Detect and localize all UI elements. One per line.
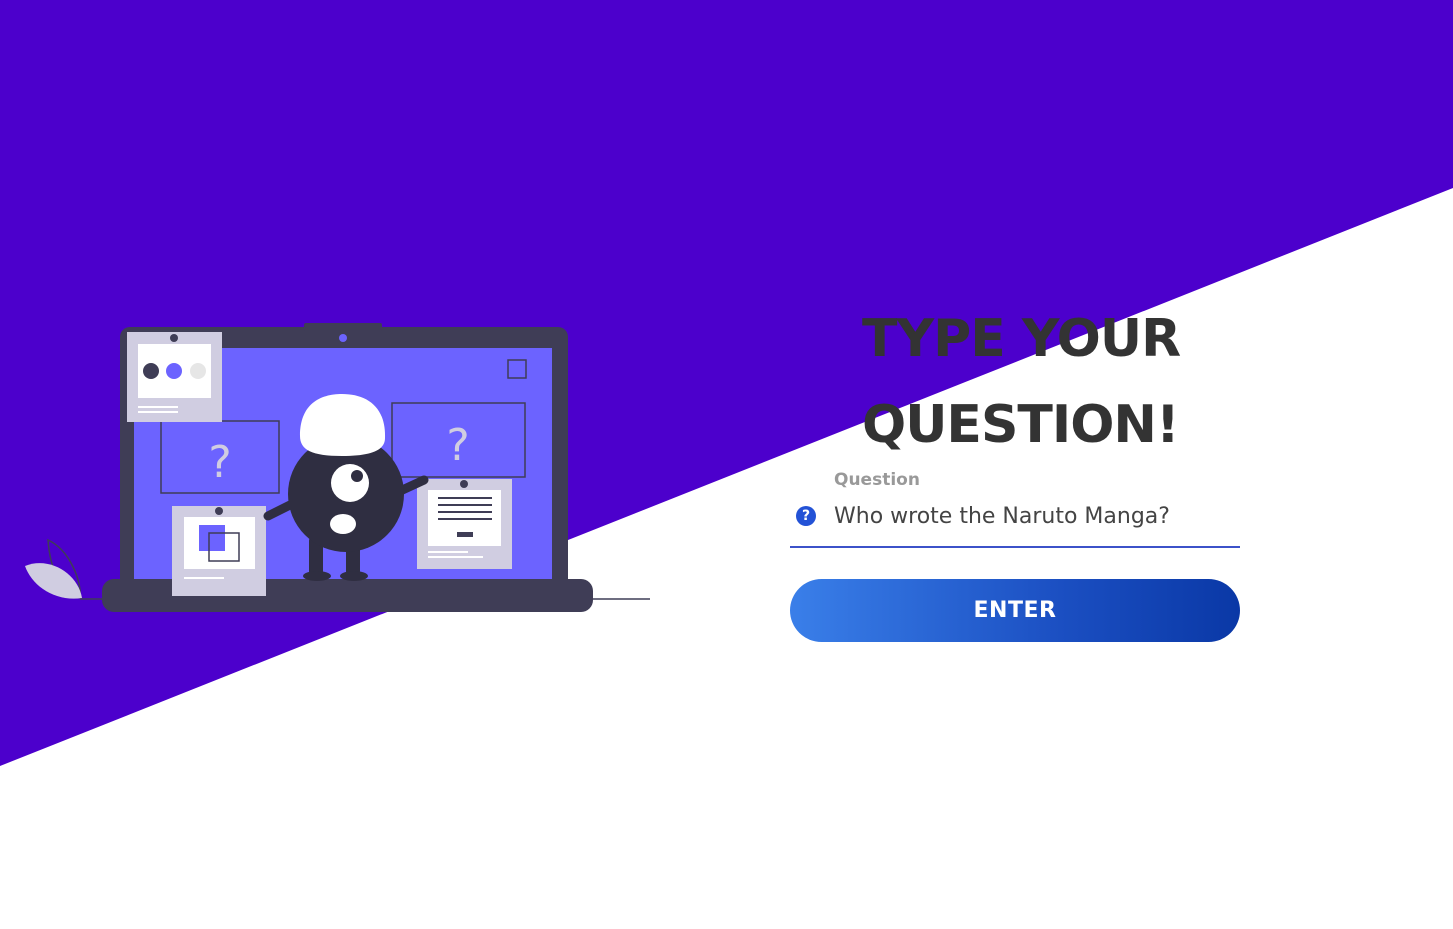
question-label: Question <box>834 470 920 490</box>
question-field: Question ? <box>790 468 1240 548</box>
laptop-mascot-illustration: ? ? <box>25 323 650 612</box>
question-mark-left: ? <box>208 437 231 488</box>
question-form: TYPE YOUR QUESTION! Question ? ENTER <box>790 296 1240 642</box>
enter-button[interactable]: ENTER <box>790 579 1240 642</box>
page-title: TYPE YOUR QUESTION! <box>862 309 1181 455</box>
plant-icon <box>25 538 82 599</box>
question-input[interactable] <box>834 496 1234 536</box>
question-circle-icon: ? <box>796 506 816 526</box>
question-mark-right: ? <box>446 420 469 471</box>
page: ? ? TYPE YOUR QUESTION! Question ? Who w… <box>0 0 1453 929</box>
